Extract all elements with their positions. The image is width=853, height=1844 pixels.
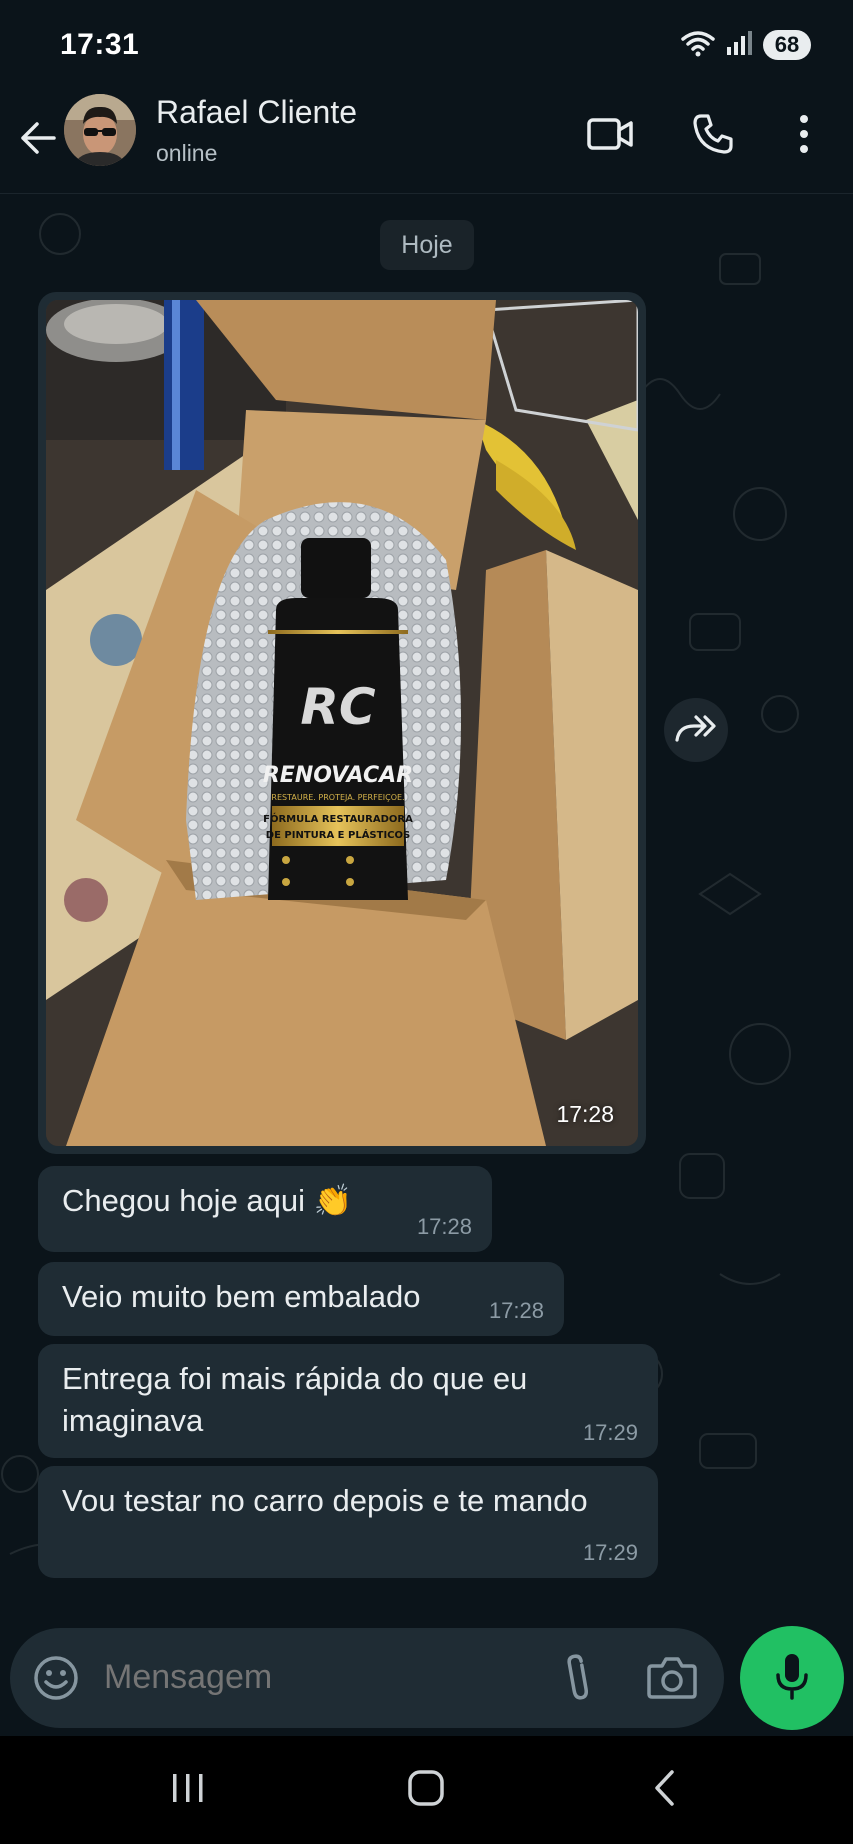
status-time: 17:31 xyxy=(60,28,140,61)
label-logo: RC xyxy=(300,678,376,736)
image-time: 17:28 xyxy=(556,1101,614,1127)
home-icon xyxy=(406,1768,446,1813)
wifi-icon xyxy=(681,29,715,62)
chat-area[interactable]: Hoje RC RENOVACAR RESTAURE. PROTEJA. PER… xyxy=(0,194,853,1624)
video-call-icon xyxy=(586,116,634,157)
signal-icon xyxy=(725,29,753,62)
more-options-button[interactable] xyxy=(774,108,834,164)
message-time: 17:28 xyxy=(416,1214,472,1239)
date-chip: Hoje xyxy=(380,220,474,270)
chat-header: Rafael Cliente online xyxy=(0,88,853,194)
contact-name[interactable]: Rafael Cliente xyxy=(156,94,357,131)
back-arrow-icon xyxy=(19,121,57,160)
battery-icon: 68 xyxy=(763,30,811,60)
label-formula-line1: FÓRMULA RESTAURADORA xyxy=(263,812,413,825)
product-photo-illustration: RC RENOVACAR RESTAURE. PROTEJA. PERFEIÇO… xyxy=(46,300,638,1146)
forward-button[interactable] xyxy=(664,698,728,762)
attach-icon[interactable] xyxy=(558,1652,606,1704)
message-bubble[interactable]: Entrega foi mais rápida do que eu imagin… xyxy=(38,1344,658,1458)
emoji-icon[interactable] xyxy=(32,1654,80,1702)
message-text: Entrega foi mais rápida do que eu imagin… xyxy=(62,1361,528,1438)
avatar[interactable] xyxy=(64,94,136,166)
message-bubble[interactable]: Vou testar no carro depois e te mando 17… xyxy=(38,1466,658,1578)
forward-icon xyxy=(674,713,718,748)
label-brand: RENOVACAR xyxy=(263,763,413,788)
camera-icon[interactable] xyxy=(646,1654,698,1702)
status-bar: 17:31 68 xyxy=(0,0,853,88)
contact-status: online xyxy=(156,140,218,166)
image-message-bubble[interactable]: RC RENOVACAR RESTAURE. PROTEJA. PERFEIÇO… xyxy=(38,292,646,1154)
back-button[interactable] xyxy=(16,114,60,166)
recent-apps-button[interactable] xyxy=(158,1762,218,1818)
back-nav-button[interactable] xyxy=(634,1762,694,1818)
recent-apps-icon xyxy=(170,1771,206,1810)
system-nav-bar xyxy=(0,1736,853,1844)
home-button[interactable] xyxy=(396,1762,456,1818)
mic-button[interactable] xyxy=(740,1626,844,1730)
whatsapp-chat-screen: 17:31 68 Rafael Cliente online Hoje RC R… xyxy=(0,0,853,1844)
mic-icon xyxy=(772,1651,812,1706)
label-tagline: RESTAURE. PROTEJA. PERFEIÇOE. xyxy=(271,793,404,802)
message-bubble[interactable]: Veio muito bem embalado 17:28 xyxy=(38,1262,564,1336)
label-formula-line2: DE PINTURA E PLÁSTICOS xyxy=(266,828,410,841)
product-photo[interactable]: RC RENOVACAR RESTAURE. PROTEJA. PERFEIÇO… xyxy=(46,300,638,1146)
video-call-button[interactable] xyxy=(580,108,640,164)
back-nav-icon xyxy=(650,1768,678,1813)
more-options-icon xyxy=(799,114,809,159)
message-text: Veio muito bem embalado xyxy=(62,1279,421,1314)
voice-call-icon xyxy=(692,113,734,160)
status-icons: 68 xyxy=(681,28,811,62)
message-input[interactable] xyxy=(104,1658,444,1697)
message-composer xyxy=(0,1624,853,1736)
message-text: Chegou hoje aqui 👏 xyxy=(62,1183,353,1218)
message-input-pill[interactable] xyxy=(10,1628,724,1728)
message-time: 17:29 xyxy=(582,1540,638,1565)
message-bubble[interactable]: Chegou hoje aqui 👏 17:28 xyxy=(38,1166,492,1252)
message-time: 17:28 xyxy=(488,1298,544,1323)
message-time: 17:29 xyxy=(582,1420,638,1445)
voice-call-button[interactable] xyxy=(683,108,743,164)
message-text: Vou testar no carro depois e te mando xyxy=(62,1483,588,1518)
